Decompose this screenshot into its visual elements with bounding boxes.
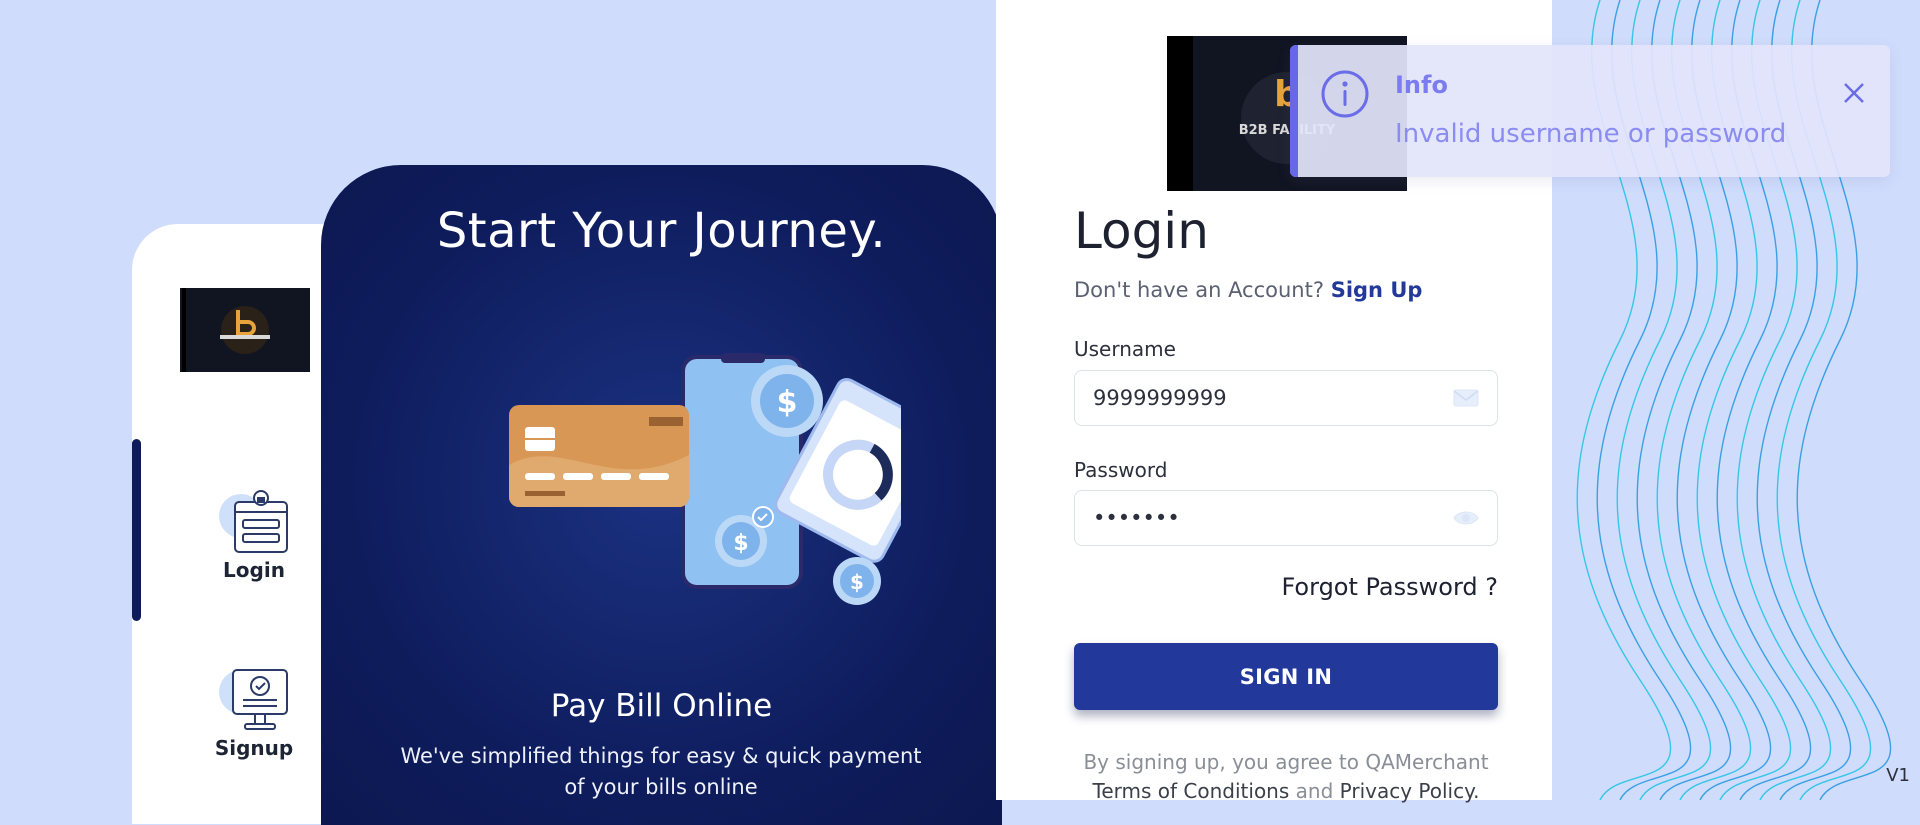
password-label: Password [1074, 458, 1168, 482]
info-toast: Info Invalid username or password [1290, 45, 1890, 177]
terms-prefix: By signing up, you agree to QAMerchant [1083, 750, 1489, 774]
nav-label-login: Login [223, 558, 285, 582]
forgot-password-link[interactable]: Forgot Password ? [1281, 573, 1498, 601]
password-input[interactable] [1093, 491, 1443, 545]
hero-subtitle: Pay Bill Online [550, 688, 773, 724]
signup-prompt: Don't have an Account? [1074, 278, 1325, 302]
hero-title: Start Your Journey. [436, 203, 887, 259]
b2b-facility-logo [180, 288, 310, 372]
username-label: Username [1074, 337, 1176, 361]
privacy-policy-link[interactable]: Privacy Policy. [1340, 779, 1480, 803]
signup-prompt-line: Don't have an Account? Sign Up [1074, 278, 1422, 302]
active-nav-indicator [132, 439, 141, 621]
card-phone-payment-illustration: $ $ $ [509, 353, 901, 605]
eye-icon[interactable] [1453, 507, 1479, 529]
toast-accent-bar [1290, 45, 1298, 177]
sign-up-link[interactable]: Sign Up [1331, 278, 1423, 302]
toast-message: Invalid username or password [1395, 119, 1787, 149]
svg-text:$: $ [777, 385, 798, 420]
terms-and: and [1295, 779, 1334, 803]
signup-monitor-icon [217, 662, 291, 734]
version-label: V1 [1886, 765, 1910, 786]
login-form-icon [217, 484, 291, 556]
toast-title: Info [1395, 71, 1448, 99]
username-input[interactable] [1093, 371, 1443, 425]
hero-panel: Start Your Journey. $ $ $ Pay Bill Onlin… [321, 165, 1002, 825]
svg-text:$: $ [850, 570, 864, 594]
terms-of-conditions-link[interactable]: Terms of Conditions [1093, 779, 1290, 803]
password-field-box [1074, 490, 1498, 546]
info-circle-icon [1321, 70, 1369, 118]
sign-in-button[interactable]: SIGN IN [1074, 643, 1498, 710]
nav-label-signup: Signup [214, 736, 294, 760]
nav-item-signup[interactable]: Signup [192, 662, 316, 760]
nav-item-login[interactable]: Login [192, 484, 316, 582]
close-icon[interactable] [1840, 79, 1868, 107]
username-field-box [1074, 370, 1498, 426]
login-title: Login [1074, 202, 1209, 260]
svg-text:$: $ [733, 531, 748, 556]
mail-icon [1453, 389, 1479, 407]
hero-description: We've simplified things for easy & quick… [400, 744, 922, 799]
terms-text: By signing up, you agree to QAMerchant T… [1074, 748, 1498, 806]
